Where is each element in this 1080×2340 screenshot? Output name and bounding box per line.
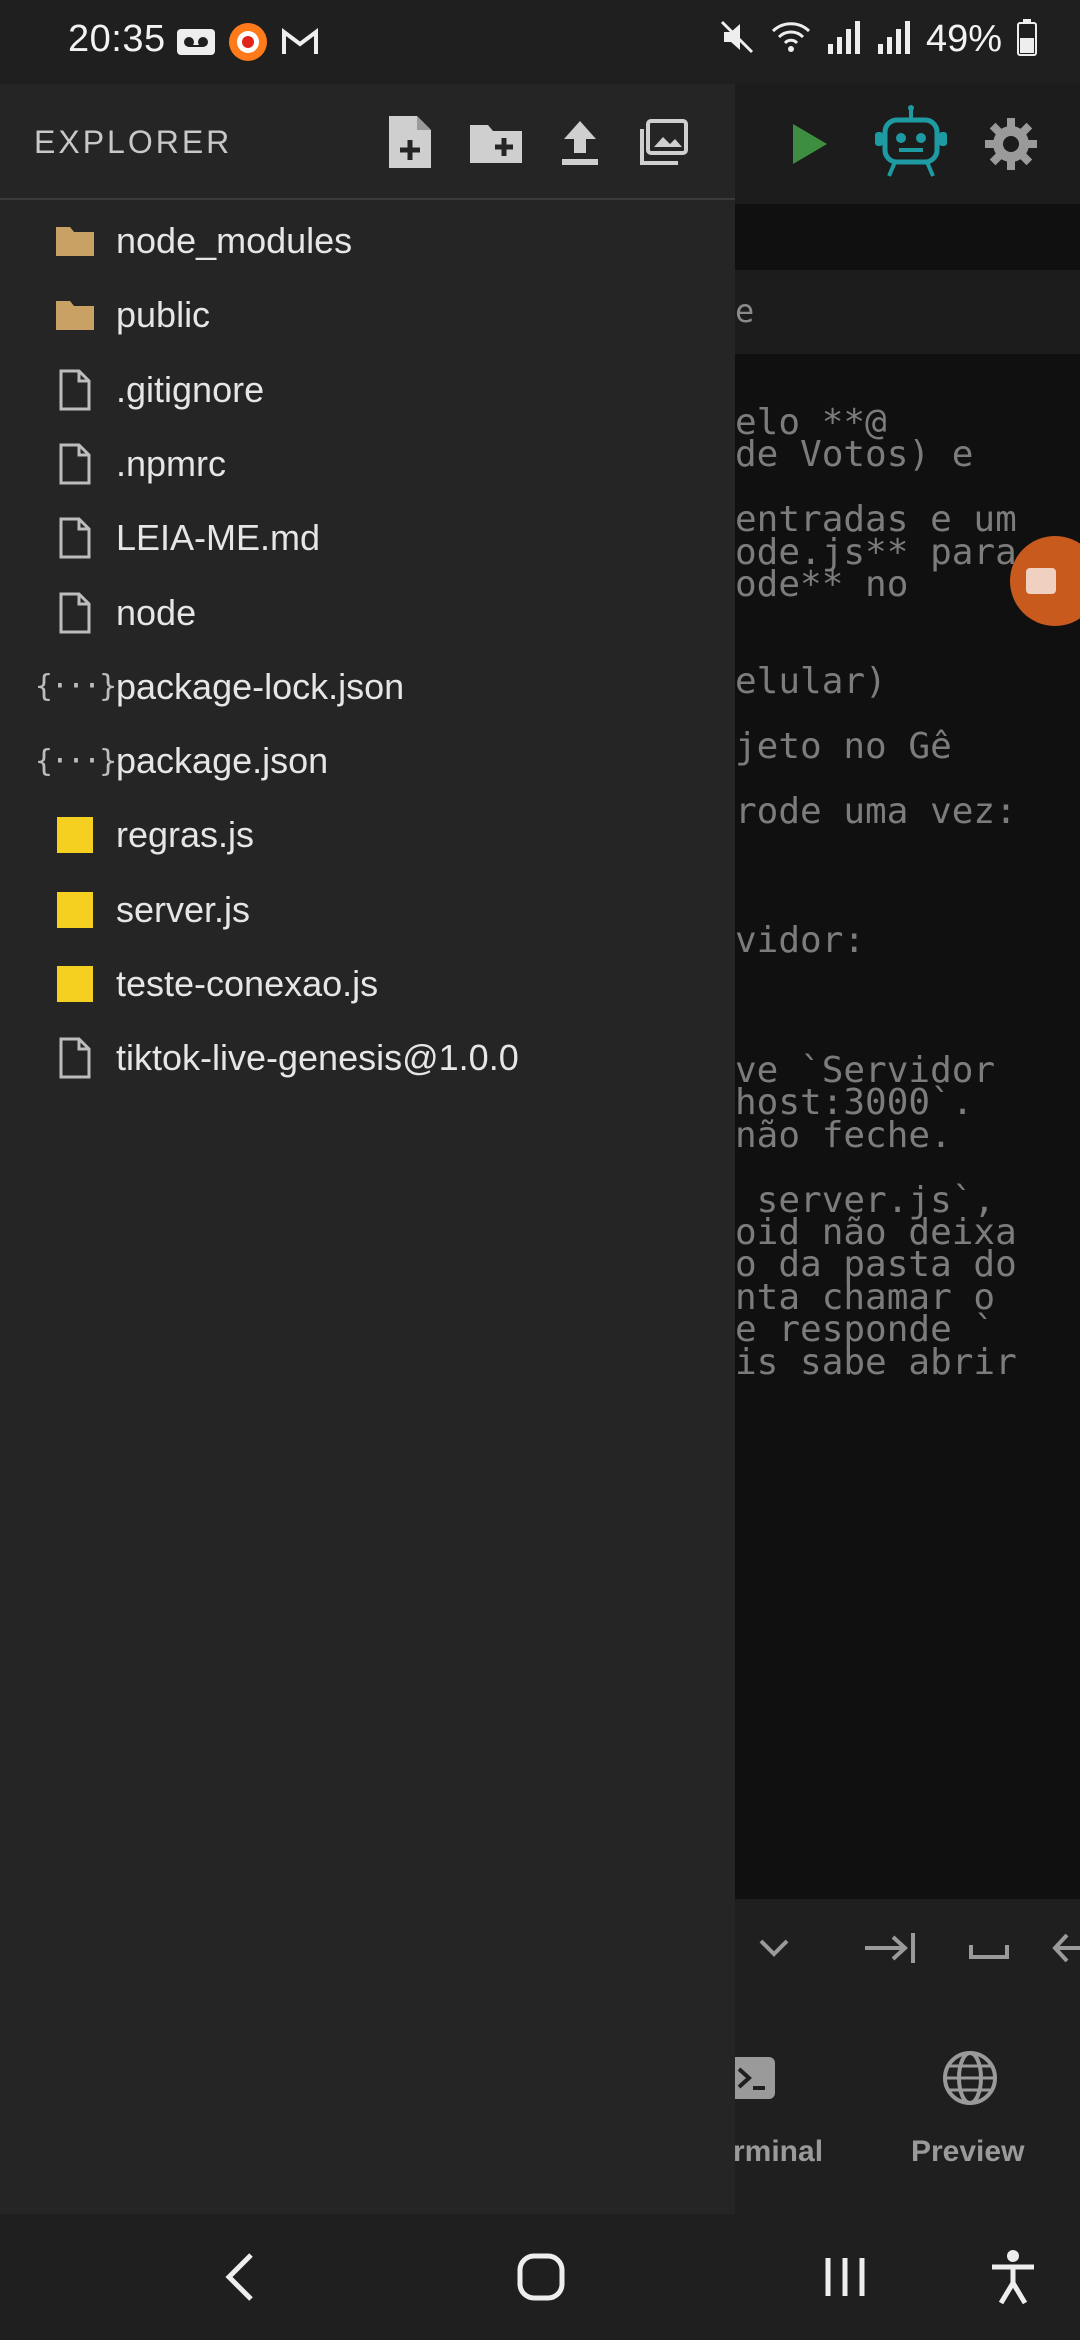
tab-icon[interactable] (863, 1929, 919, 1972)
code-line: is sabe abrir (735, 1341, 1017, 1383)
system-navigation-bar (0, 2214, 1080, 2340)
terminal-tab-label[interactable]: rminal (735, 2135, 823, 2169)
signal-icon (826, 18, 862, 61)
notification-icons (176, 22, 320, 67)
battery-icon (1016, 18, 1038, 61)
wifi-icon (770, 18, 812, 61)
file-item[interactable]: {···} package.json (0, 724, 735, 798)
code-line: rode uma vez: (735, 790, 1017, 832)
home-button[interactable] (506, 2244, 576, 2314)
file-name: node (116, 591, 197, 633)
back-icon (223, 2251, 257, 2308)
json-glyph: {···} (34, 669, 117, 705)
js-file-icon (52, 812, 98, 858)
file-name: node_modules (116, 220, 353, 261)
keyboard-extra-bar (735, 1899, 1080, 1999)
code-line: de Votos) e (735, 434, 974, 476)
voicemail-icon (176, 26, 216, 63)
file-name: server.js (116, 888, 251, 930)
file-icon (52, 367, 98, 413)
file-item[interactable]: tiktok-live-genesis@1.0.0 (0, 1021, 735, 1095)
file-item[interactable]: node (0, 576, 735, 650)
file-name: package.json (116, 740, 329, 782)
accessibility-icon (988, 2249, 1038, 2310)
accessibility-button[interactable] (978, 2244, 1048, 2314)
mute-icon (718, 18, 756, 61)
home-icon (516, 2252, 566, 2307)
gear-icon[interactable] (983, 116, 1039, 177)
play-icon[interactable] (789, 122, 829, 171)
folder-item[interactable]: public (0, 278, 735, 352)
json-glyph: {···} (34, 743, 117, 779)
preview-tab-label[interactable]: Preview (911, 2135, 1024, 2169)
file-icon (52, 441, 98, 487)
upload-icon (558, 117, 602, 172)
file-name: LEIA-ME.md (116, 517, 321, 559)
file-icon (52, 590, 98, 636)
recents-button[interactable] (810, 2244, 880, 2314)
new-file-icon (387, 114, 433, 175)
camera-icon (1026, 566, 1066, 601)
status-bar: 20:35 49% (0, 0, 1080, 84)
file-item[interactable]: LEIA-ME.md (0, 501, 735, 575)
image-icon (640, 118, 688, 170)
code-line: vidor: (735, 920, 866, 962)
editor-toolbar (735, 84, 1080, 204)
editor-tab-bar: e (735, 270, 1080, 354)
json-icon: {···} (35, 664, 117, 710)
file-name: tiktok-live-genesis@1.0.0 (116, 1037, 519, 1079)
file-icon (52, 1035, 98, 1081)
back-button[interactable] (205, 2244, 275, 2314)
new-folder-button[interactable] (464, 112, 528, 176)
status-time: 20:35 (68, 18, 166, 60)
code-line: não feche. (735, 1114, 952, 1156)
signal-icon (876, 18, 912, 61)
terminal-icon (735, 2057, 775, 2104)
system-status-icons: 49% (718, 18, 1038, 61)
recents-icon (822, 2254, 868, 2305)
image-button[interactable] (632, 112, 696, 176)
space-icon[interactable] (967, 1929, 1011, 1972)
file-item[interactable]: {···} package-lock.json (0, 650, 735, 724)
chevron-down-icon[interactable] (755, 1929, 793, 1972)
file-item[interactable]: regras.js (0, 798, 735, 872)
json-icon: {···} (35, 738, 117, 784)
recorder-icon (228, 22, 268, 67)
file-name: public (116, 294, 211, 336)
arrow-left-icon[interactable] (1051, 1929, 1080, 1972)
editor-tab-label[interactable]: e (735, 292, 754, 330)
folder-icon (52, 218, 98, 264)
explorer-drawer: EXPLORER node_modulespublic .gitignore .np… (0, 84, 735, 2214)
upload-button[interactable] (548, 112, 612, 176)
file-item[interactable]: .gitignore (0, 353, 735, 427)
globe-icon (941, 2049, 999, 2112)
code-line: ode** no (735, 564, 909, 605)
code-line: jeto no Gê (735, 726, 952, 767)
file-name: regras.js (116, 814, 255, 856)
file-item[interactable]: server.js (0, 873, 735, 947)
robot-icon[interactable] (873, 104, 949, 185)
code-line: elular) (735, 661, 887, 703)
file-icon (52, 515, 98, 561)
js-file-icon (52, 961, 98, 1007)
new-folder-icon (468, 119, 524, 170)
file-name: package-lock.json (116, 665, 405, 707)
battery-percent: 49% (925, 18, 1002, 60)
explorer-title: EXPLORER (34, 124, 233, 160)
folder-icon (52, 292, 98, 338)
editor-bottom-nav: rminal Preview (735, 1999, 1080, 2214)
code-editor-background: e elo **@ de Votos) e entradas e um ode.js*… (735, 84, 1080, 2214)
file-name: teste-conexao.js (116, 963, 379, 1004)
file-item[interactable]: teste-conexao.js (0, 947, 735, 1021)
file-name: .npmrc (116, 442, 227, 484)
folder-item[interactable]: node_modules (0, 204, 735, 278)
js-file-icon (52, 887, 98, 933)
file-name: .gitignore (116, 368, 265, 410)
gmail-icon (280, 26, 320, 63)
new-file-button[interactable] (378, 112, 442, 176)
file-item[interactable]: .npmrc (0, 427, 735, 501)
explorer-header: EXPLORER (0, 84, 735, 200)
